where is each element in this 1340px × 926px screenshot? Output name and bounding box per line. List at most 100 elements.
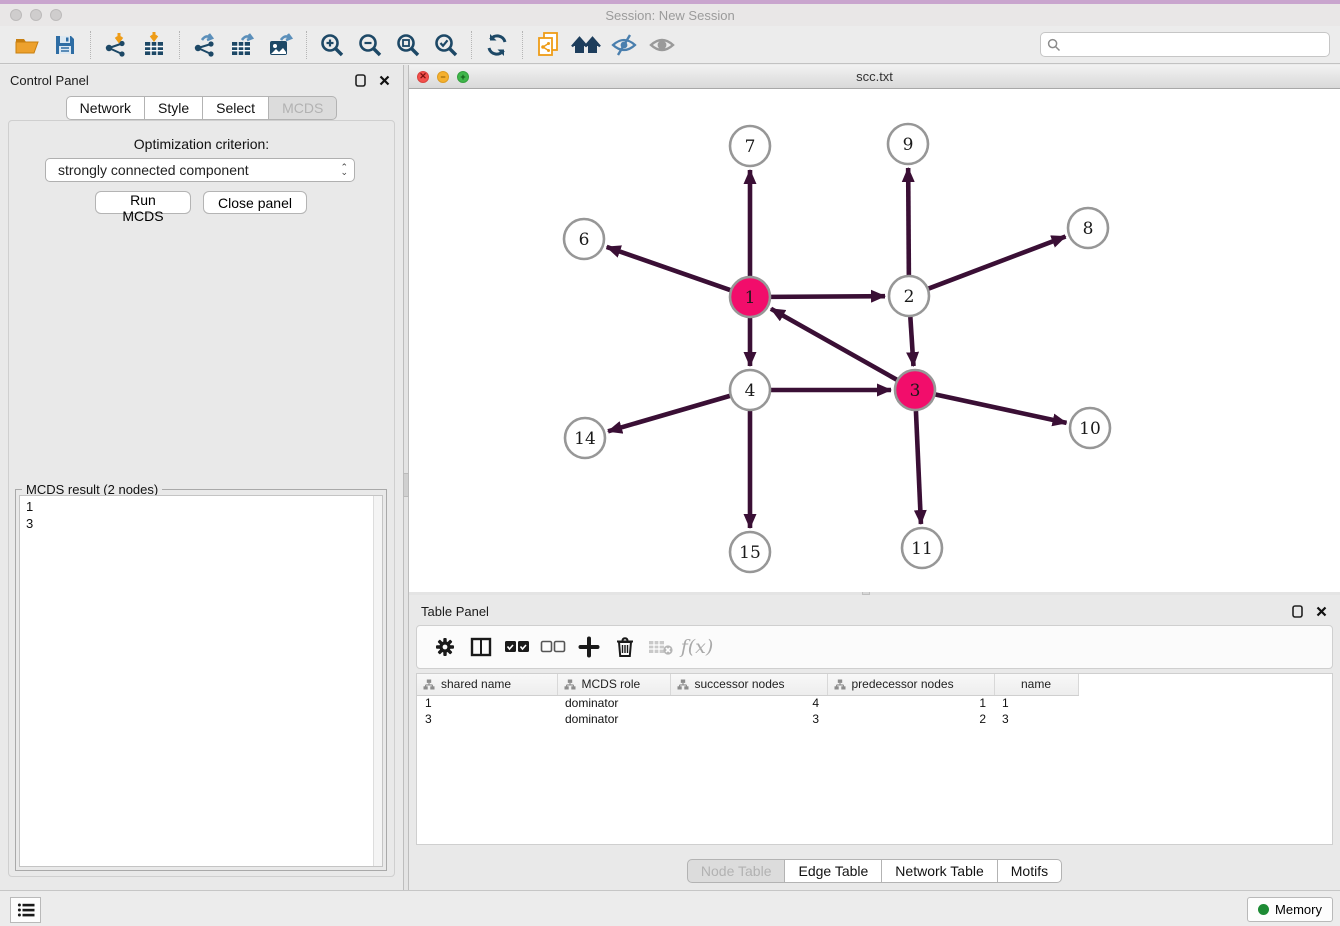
graph-node-14[interactable]: 14 [565, 418, 605, 458]
add-column-button[interactable] [571, 630, 607, 664]
edge-3-to-11[interactable] [916, 411, 921, 524]
graph-node-9[interactable]: 9 [888, 124, 928, 164]
table-cell[interactable]: 3 [417, 711, 557, 727]
table-cell[interactable]: 2 [827, 711, 994, 727]
unselect-all-columns-button[interactable] [535, 630, 571, 664]
table-settings-button[interactable] [427, 630, 463, 664]
table-row[interactable]: 1dominator411 [417, 695, 1078, 711]
toolbar-separator [522, 31, 523, 59]
column-header-name[interactable]: name [994, 674, 1078, 695]
edge-3-to-1[interactable] [771, 309, 897, 380]
node-label-3: 3 [910, 381, 921, 401]
close-window-button[interactable] [10, 9, 22, 21]
zoom-selected-button[interactable] [427, 29, 465, 61]
zoom-window-button[interactable] [50, 9, 62, 21]
column-type-icon [423, 679, 435, 690]
graph-node-2[interactable]: 2 [889, 276, 929, 316]
optimization-criterion-select[interactable]: strongly connected component ⌃⌄ [45, 158, 355, 182]
edge-2-to-3[interactable] [910, 317, 913, 366]
tab-edge-table[interactable]: Edge Table [785, 859, 882, 883]
mcds-result-text[interactable]: 1 3 [19, 495, 383, 867]
mcds-result-scrollbar[interactable] [373, 496, 382, 866]
graph-node-8[interactable]: 8 [1068, 208, 1108, 248]
new-network-from-selection-button[interactable] [529, 29, 567, 61]
table-row[interactable]: 3dominator323 [417, 711, 1078, 727]
search-input[interactable] [1061, 35, 1329, 55]
zoom-in-button[interactable] [313, 29, 351, 61]
zoom-fit-button[interactable] [389, 29, 427, 61]
network-view-window: ✕ − + scc.txt 7 9 6 8 1 2 4 3 14 10 15 11 [409, 65, 1340, 592]
node-table[interactable]: shared nameMCDS rolesuccessor nodesprede… [416, 673, 1333, 845]
edge-1-to-6[interactable] [607, 247, 731, 290]
import-table-button[interactable] [135, 29, 173, 61]
float-table-panel-icon[interactable] [1288, 603, 1306, 619]
function-builder-button[interactable]: f(x) [679, 630, 715, 664]
export-image-button[interactable] [262, 29, 300, 61]
edge-2-to-8[interactable] [929, 237, 1066, 289]
memory-button[interactable]: Memory [1247, 897, 1333, 922]
table-cell[interactable]: 3 [670, 711, 827, 727]
search-box[interactable] [1040, 32, 1330, 57]
tab-network[interactable]: Network [66, 96, 145, 120]
tab-select[interactable]: Select [203, 96, 269, 120]
column-header-MCDS-role[interactable]: MCDS role [557, 674, 670, 695]
minimize-window-button[interactable] [30, 9, 42, 21]
tab-mcds[interactable]: MCDS [269, 96, 337, 120]
select-all-columns-button[interactable] [499, 630, 535, 664]
edge-3-to-10[interactable] [936, 394, 1067, 422]
column-header-shared-name[interactable]: shared name [417, 674, 557, 695]
tab-node-table[interactable]: Node Table [687, 859, 786, 883]
graph-node-3[interactable]: 3 [895, 370, 935, 410]
export-table-button[interactable] [224, 29, 262, 61]
zoom-out-button[interactable] [351, 29, 389, 61]
graph-node-11[interactable]: 11 [902, 528, 942, 568]
open-session-button[interactable] [8, 29, 46, 61]
graph-node-15[interactable]: 15 [730, 532, 770, 572]
node-label-7: 7 [745, 137, 756, 157]
column-type-icon [834, 679, 846, 690]
main-toolbar [0, 26, 1340, 64]
export-network-button[interactable] [186, 29, 224, 61]
table-cell[interactable]: 1 [827, 695, 994, 711]
close-table-panel-icon[interactable] [1312, 603, 1330, 619]
save-session-button[interactable] [46, 29, 84, 61]
hide-selected-button[interactable] [605, 29, 643, 61]
node-label-1: 1 [745, 288, 756, 308]
tab-motifs[interactable]: Motifs [998, 859, 1062, 883]
edge-1-to-2[interactable] [771, 296, 885, 297]
delete-column-button[interactable] [607, 630, 643, 664]
refresh-view-button[interactable] [478, 29, 516, 61]
graph-node-1[interactable]: 1 [730, 277, 770, 317]
table-cell[interactable]: 3 [994, 711, 1078, 727]
network-window-titlebar[interactable]: ✕ − + scc.txt [409, 65, 1340, 89]
table-cell[interactable]: dominator [557, 711, 670, 727]
show-columns-button[interactable] [463, 630, 499, 664]
column-header-predecessor-nodes[interactable]: predecessor nodes [827, 674, 994, 695]
table-cell[interactable]: 1 [417, 695, 557, 711]
table-cell[interactable]: 4 [670, 695, 827, 711]
tab-network-table[interactable]: Network Table [882, 859, 997, 883]
tab-style[interactable]: Style [145, 96, 203, 120]
float-panel-icon[interactable] [351, 72, 369, 88]
graph-node-4[interactable]: 4 [730, 370, 770, 410]
table-cell[interactable]: 1 [994, 695, 1078, 711]
first-neighbors-button[interactable] [567, 29, 605, 61]
close-panel-button[interactable]: Close panel [203, 191, 307, 214]
table-panel-title: Table Panel [421, 604, 1282, 619]
column-header-successor-nodes[interactable]: successor nodes [670, 674, 827, 695]
cytopanel-list-button[interactable] [10, 897, 41, 923]
show-all-button[interactable] [643, 29, 681, 61]
table-cell[interactable]: dominator [557, 695, 670, 711]
network-graph-canvas[interactable]: 7 9 6 8 1 2 4 3 14 10 15 11 [409, 89, 1340, 592]
run-mcds-button[interactable]: Run MCDS [95, 191, 191, 214]
graph-node-7[interactable]: 7 [730, 126, 770, 166]
close-panel-icon[interactable] [375, 72, 393, 88]
table-panel-tabs: Node TableEdge TableNetwork TableMotifs [409, 859, 1340, 883]
open-folder-icon [13, 33, 41, 57]
edge-2-to-9[interactable] [908, 168, 909, 275]
edge-4-to-14[interactable] [608, 396, 730, 431]
graph-node-10[interactable]: 10 [1070, 408, 1110, 448]
delete-table-button[interactable] [643, 630, 679, 664]
graph-node-6[interactable]: 6 [564, 219, 604, 259]
import-network-button[interactable] [97, 29, 135, 61]
